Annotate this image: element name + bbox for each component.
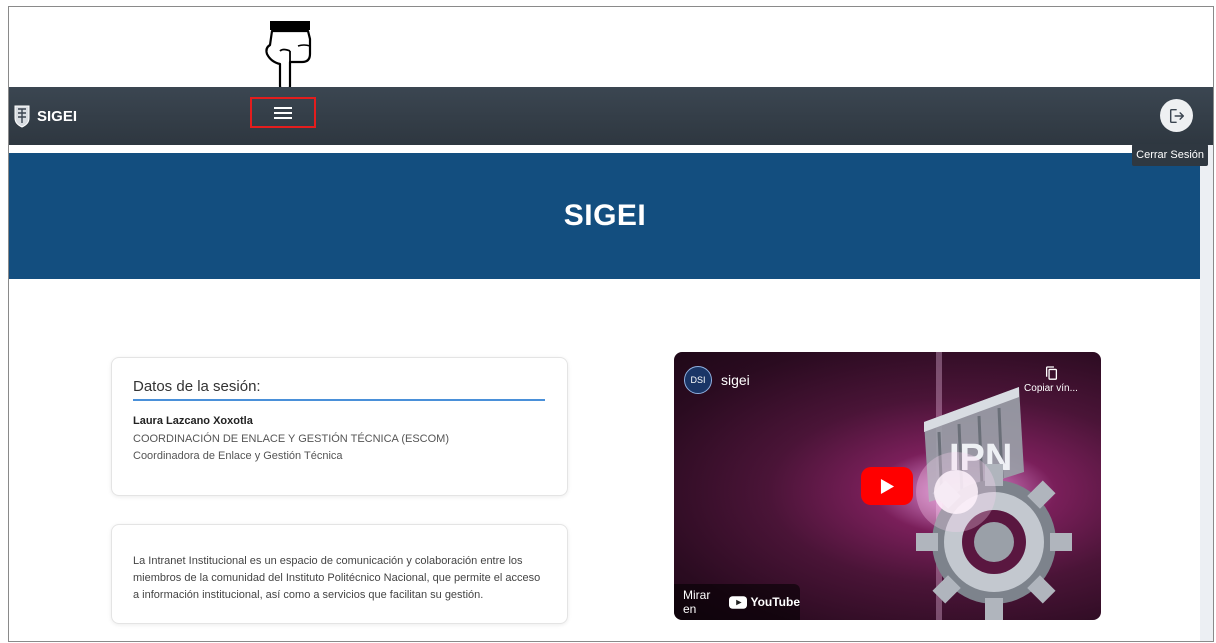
- page-banner: SIGEI: [9, 153, 1201, 279]
- youtube-wordmark: YouTube: [750, 595, 800, 609]
- youtube-video-embed[interactable]: IPN DSI sigei Copiar vín... Mirar en You…: [674, 352, 1101, 620]
- youtube-logo: YouTube: [729, 595, 800, 609]
- hamburger-menu-icon: [274, 106, 292, 119]
- browser-frame: SIGEI Cerrar Sesión SIGEI Datos de la se…: [8, 6, 1214, 642]
- channel-info[interactable]: DSI sigei: [684, 366, 750, 394]
- top-navbar: SIGEI: [9, 87, 1213, 145]
- copy-link-label: Copiar vín...: [1024, 383, 1078, 394]
- watch-on-youtube-button[interactable]: Mirar en YouTube: [674, 584, 800, 620]
- youtube-icon: [729, 595, 748, 609]
- watch-on-label: Mirar en: [683, 588, 711, 616]
- play-button[interactable]: [861, 467, 913, 505]
- brand[interactable]: SIGEI: [13, 102, 77, 130]
- user-department: COORDINACIÓN DE ENLACE Y GESTIÓN TÉCNICA…: [133, 433, 449, 445]
- user-name: Laura Lazcano Xoxotla: [133, 415, 253, 427]
- logout-tooltip: Cerrar Sesión: [1132, 144, 1208, 166]
- pointing-hand-icon: [265, 21, 312, 93]
- session-card-title: Datos de la sesión:: [133, 378, 545, 401]
- page-title: SIGEI: [563, 199, 647, 232]
- copy-link-button[interactable]: Copiar vín...: [1021, 366, 1081, 394]
- copy-icon: [1045, 366, 1057, 380]
- ipn-shield-logo-icon: [14, 105, 30, 128]
- channel-avatar: DSI: [684, 366, 712, 394]
- hamburger-menu-button[interactable]: [250, 97, 316, 128]
- scrollbar-track[interactable]: [1200, 145, 1213, 641]
- intranet-info-card: La Intranet Institucional es un espacio …: [111, 524, 568, 624]
- user-position: Coordinadora de Enlace y Gestión Técnica: [133, 450, 343, 462]
- logout-button[interactable]: [1160, 99, 1193, 132]
- channel-name: sigei: [721, 372, 750, 388]
- brand-name: SIGEI: [37, 107, 78, 125]
- logout-icon: [1169, 108, 1184, 123]
- intranet-description: La Intranet Institucional es un espacio …: [133, 555, 541, 601]
- session-card: Datos de la sesión: Laura Lazcano Xoxotl…: [111, 357, 568, 496]
- play-icon: [880, 478, 894, 494]
